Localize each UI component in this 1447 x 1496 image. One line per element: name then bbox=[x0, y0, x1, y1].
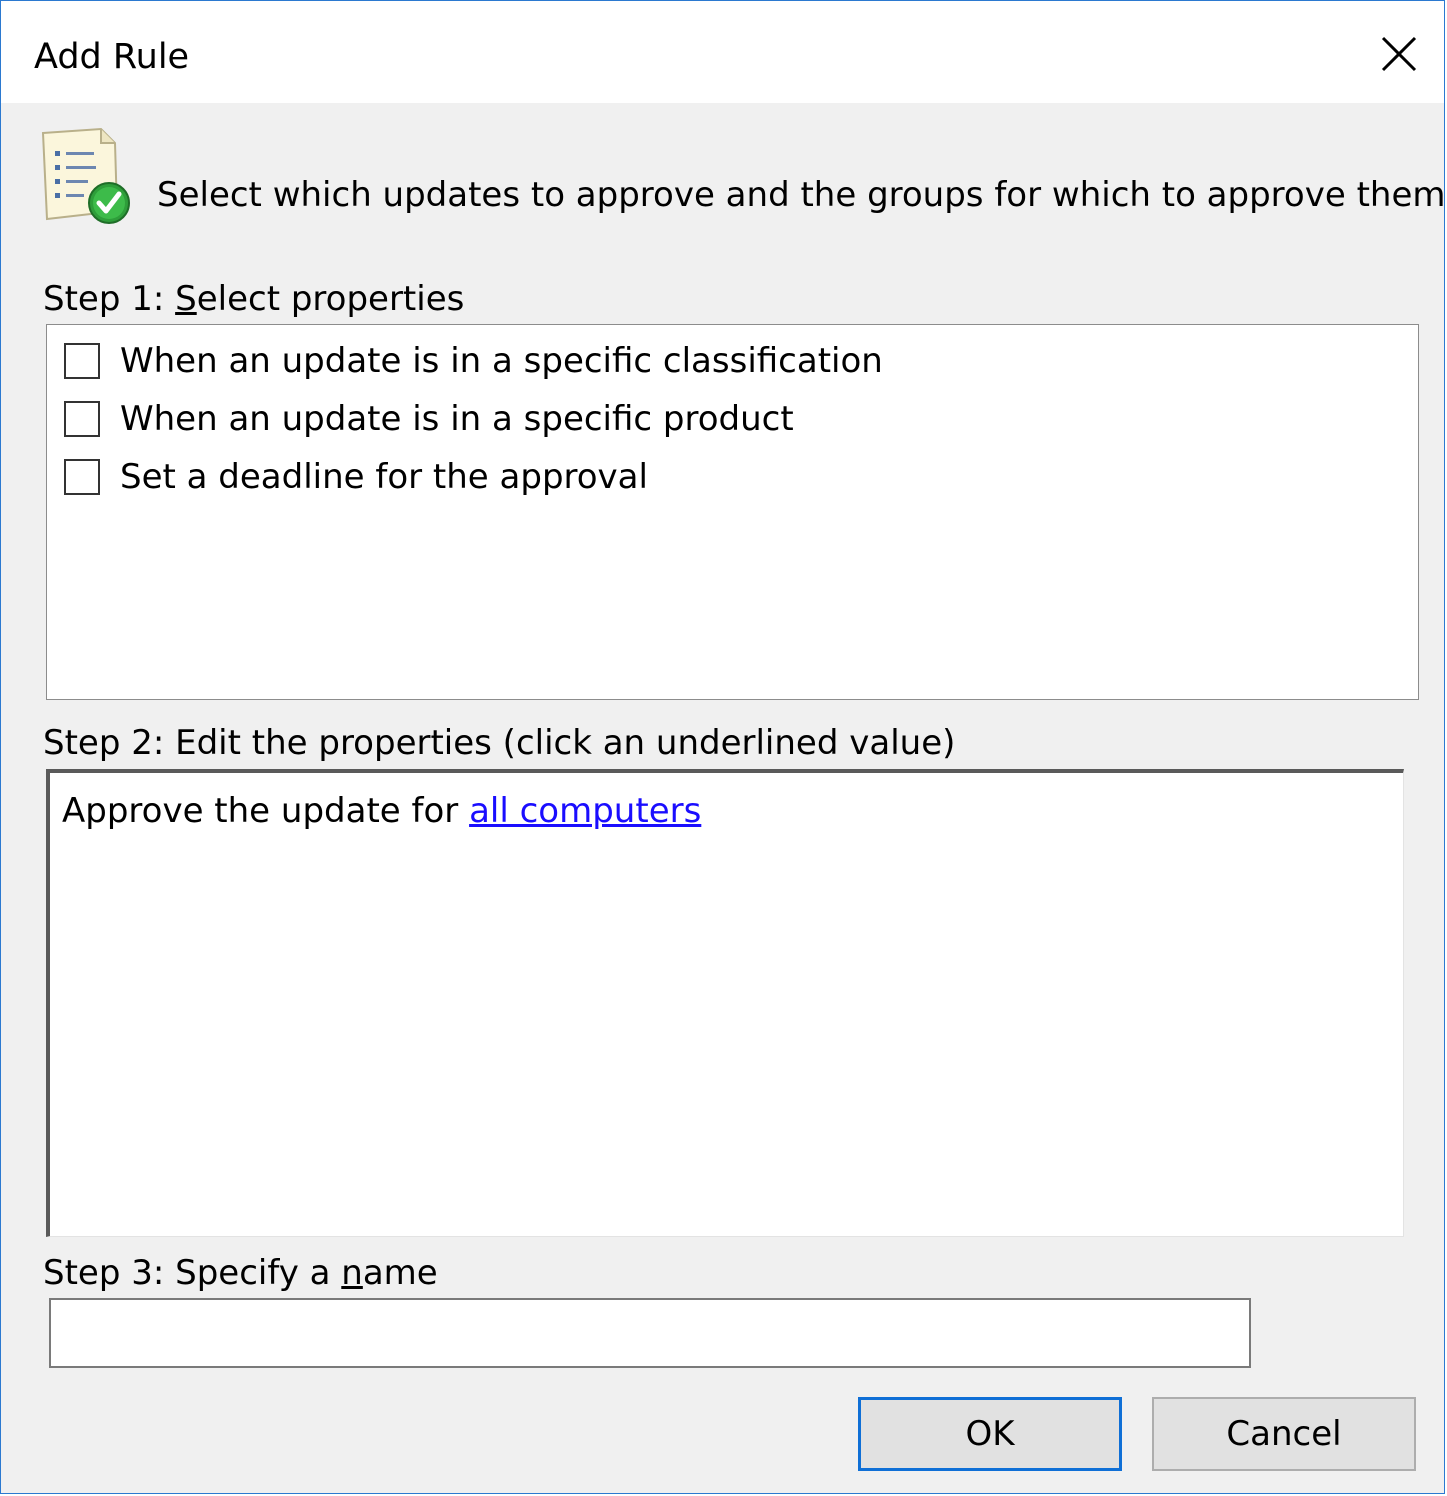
dialog-instructions: Select which updates to approve and the … bbox=[157, 175, 1447, 215]
step1-label-accesskey: S bbox=[175, 279, 197, 319]
classification-checkbox[interactable] bbox=[64, 343, 100, 379]
deadline-checkbox-label: Set a deadline for the approval bbox=[120, 457, 648, 497]
step1-label: Step 1: Select properties bbox=[43, 277, 464, 321]
property-item-product[interactable]: When an update is in a specific product bbox=[64, 397, 794, 441]
title-bar[interactable]: Add Rule bbox=[1, 1, 1444, 103]
cancel-button[interactable]: Cancel bbox=[1152, 1397, 1416, 1471]
rule-description-text: Approve the update for bbox=[62, 791, 470, 831]
step3-label-rest: ame bbox=[362, 1253, 438, 1293]
deadline-checkbox[interactable] bbox=[64, 459, 100, 495]
product-checkbox-label: When an update is in a specific product bbox=[120, 399, 794, 439]
dialog-title: Add Rule bbox=[34, 37, 190, 77]
add-rule-dialog: Add Rule Select which updates to approve… bbox=[0, 0, 1447, 1494]
close-icon bbox=[1381, 36, 1417, 72]
classification-checkbox-label: When an update is in a specific classifi… bbox=[120, 341, 883, 381]
rule-name-input[interactable] bbox=[49, 1298, 1251, 1368]
step1-label-rest: elect properties bbox=[196, 279, 465, 319]
step3-label-accesskey: n bbox=[341, 1253, 363, 1293]
step1-label-prefix: Step 1: bbox=[43, 279, 176, 319]
ok-button[interactable]: OK bbox=[858, 1397, 1122, 1471]
properties-checklist[interactable]: When an update is in a specific classifi… bbox=[46, 324, 1419, 700]
step3-label: Step 3: Specify a name bbox=[43, 1251, 438, 1295]
close-button[interactable] bbox=[1374, 29, 1424, 79]
rule-description-box: Approve the update for all computers bbox=[46, 769, 1404, 1237]
step3-label-prefix: Step 3: Specify a bbox=[43, 1253, 342, 1293]
all-computers-link[interactable]: all computers bbox=[469, 791, 701, 831]
product-checkbox[interactable] bbox=[64, 401, 100, 437]
step2-label: Step 2: Edit the properties (click an un… bbox=[43, 723, 956, 763]
property-item-classification[interactable]: When an update is in a specific classifi… bbox=[64, 339, 883, 383]
property-item-deadline[interactable]: Set a deadline for the approval bbox=[64, 455, 648, 499]
rule-description: Approve the update for all computers bbox=[62, 789, 701, 833]
rule-document-check-icon bbox=[39, 127, 135, 227]
